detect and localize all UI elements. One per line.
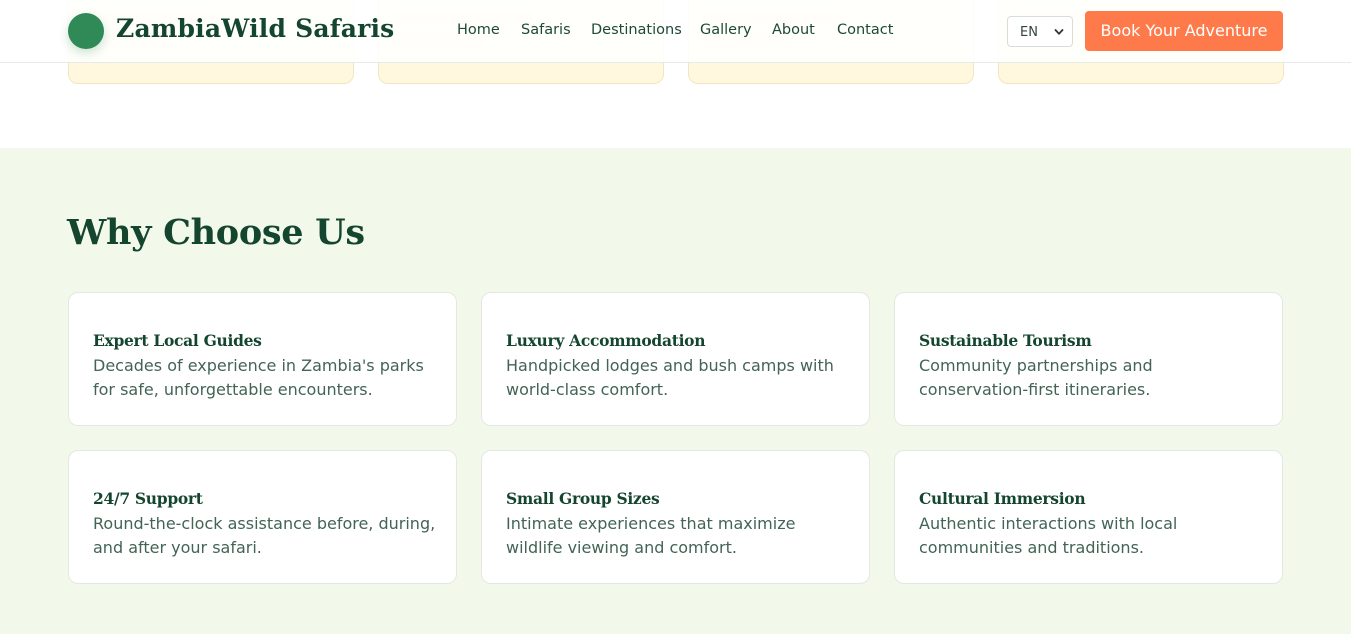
feature-description: Community partnerships and conservation-… — [919, 356, 1153, 399]
feature-card-sustainable-tourism: Sustainable Tourism Community partnershi… — [894, 292, 1283, 426]
feature-title: Luxury Accommodation — [506, 331, 706, 350]
feature-title: 24/7 Support — [93, 489, 203, 508]
language-value: EN — [1020, 25, 1038, 40]
nav-destinations[interactable]: Destinations — [591, 22, 682, 38]
feature-description: Handpicked lodges and bush camps with wo… — [506, 356, 834, 399]
language-select[interactable]: EN — [1007, 16, 1073, 47]
nav-home[interactable]: Home — [457, 22, 500, 38]
nav-about[interactable]: About — [772, 22, 815, 38]
feature-card-support: 24/7 Support Round-the-clock assistance … — [68, 450, 457, 584]
feature-card-cultural-immersion: Cultural Immersion Authentic interaction… — [894, 450, 1283, 584]
site-header: ZambiaWild Safaris Home Safaris Destinat… — [0, 0, 1351, 63]
feature-card-small-groups: Small Group Sizes Intimate experiences t… — [481, 450, 870, 584]
feature-title: Expert Local Guides — [93, 331, 262, 350]
feature-title: Cultural Immersion — [919, 489, 1086, 508]
feature-card-expert-guides: Expert Local Guides Decades of experienc… — [68, 292, 457, 426]
page: ZambiaWild Safaris Home Safaris Destinat… — [0, 0, 1351, 634]
feature-description: Intimate experiences that maximize wildl… — [506, 514, 796, 557]
feature-title: Sustainable Tourism — [919, 331, 1092, 350]
book-adventure-button[interactable]: Book Your Adventure — [1085, 11, 1283, 51]
feature-description: Decades of experience in Zambia's parks … — [93, 356, 424, 399]
chevron-down-icon — [1054, 29, 1064, 35]
feature-description: Authentic interactions with local commun… — [919, 514, 1178, 557]
logo-circle-icon[interactable] — [68, 13, 104, 49]
feature-description: Round-the-clock assistance before, durin… — [93, 514, 436, 557]
nav-contact[interactable]: Contact — [837, 22, 893, 38]
why-choose-us-section: Why Choose Us Expert Local Guides Decade… — [0, 148, 1351, 634]
section-title: Why Choose Us — [67, 212, 365, 253]
feature-card-luxury-accommodation: Luxury Accommodation Handpicked lodges a… — [481, 292, 870, 426]
feature-title: Small Group Sizes — [506, 489, 660, 508]
nav-safaris[interactable]: Safaris — [521, 22, 571, 38]
brand-name[interactable]: ZambiaWild Safaris — [116, 14, 394, 43]
nav-gallery[interactable]: Gallery — [700, 22, 752, 38]
